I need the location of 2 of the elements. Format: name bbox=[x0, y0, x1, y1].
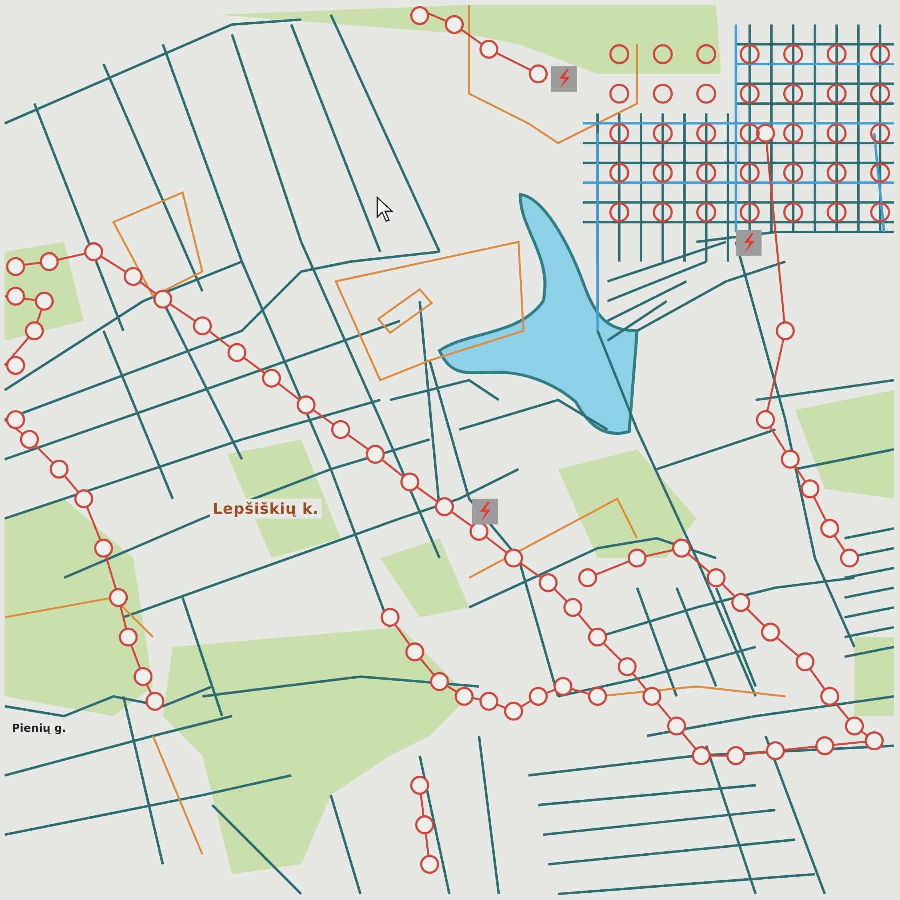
street-label: Pienių g. bbox=[12, 722, 67, 735]
village-label: Lepšiškių k. bbox=[210, 499, 322, 519]
